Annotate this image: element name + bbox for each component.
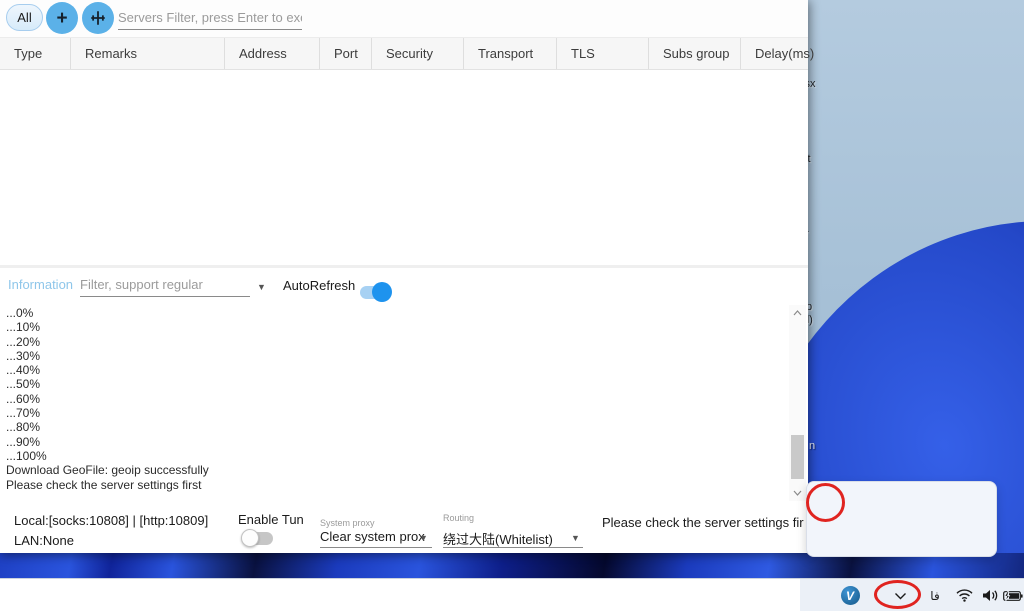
scroll-down-arrow-icon[interactable]: [789, 485, 806, 501]
battery-charging-icon[interactable]: [1000, 579, 1024, 611]
log-line: ...80%: [6, 420, 786, 434]
column-header-address[interactable]: Address: [225, 38, 320, 69]
log-line: ...70%: [6, 406, 786, 420]
show-hidden-icons-chevron[interactable]: [888, 579, 912, 611]
wifi-icon[interactable]: [952, 579, 976, 611]
log-panel-header: Information ▼ AutoRefresh: [0, 270, 808, 304]
add-server-button[interactable]: +: [46, 2, 78, 34]
v2rayn-main-window: All + Type Remarks Address Port Security…: [0, 0, 808, 553]
toggle-knob: [372, 282, 392, 302]
log-line: ...100%: [6, 449, 786, 463]
chevron-down-icon: [894, 592, 907, 600]
log-line: ...0%: [6, 306, 786, 320]
column-header-security[interactable]: Security: [372, 38, 464, 69]
log-output: ...0% ...10% ...20% ...30% ...40% ...50%…: [6, 306, 786, 502]
status-message: Please check the server settings fir: [602, 515, 804, 530]
taskbar-system-tray: V فا: [800, 579, 1024, 611]
column-header-delay[interactable]: Delay(ms): [741, 38, 808, 69]
log-line: ...40%: [6, 363, 786, 377]
autorefresh-label: AutoRefresh: [283, 278, 355, 293]
scrollbar-thumb[interactable]: [791, 435, 804, 479]
column-header-transport[interactable]: Transport: [464, 38, 557, 69]
lan-label: LAN:None: [14, 533, 74, 548]
column-header-subs-group[interactable]: Subs group: [649, 38, 741, 69]
all-button-label: All: [17, 10, 31, 25]
log-filter-dropdown-caret[interactable]: ▼: [257, 282, 266, 292]
log-line: Download GeoFile: geoip successfully: [6, 463, 786, 477]
subscription-group-all-button[interactable]: All: [6, 4, 43, 31]
log-line: ...90%: [6, 435, 786, 449]
routing-dropdown-caret[interactable]: ▼: [571, 533, 580, 543]
log-scrollbar[interactable]: [789, 305, 806, 501]
status-bar: Local:[socks:10808] | [http:10809] LAN:N…: [0, 503, 808, 553]
tab-information[interactable]: Information: [8, 277, 73, 292]
routing-label: Routing: [443, 513, 474, 523]
tray-overflow-popup: V T: [806, 481, 997, 557]
autorefresh-toggle[interactable]: [360, 286, 388, 299]
panel-splitter[interactable]: [0, 265, 808, 268]
routing-dropdown[interactable]: 绕过大陆(Whitelist): [443, 529, 553, 548]
taskbar: V فا: [0, 578, 1024, 611]
server-toolbar: All +: [0, 0, 808, 37]
column-header-remarks[interactable]: Remarks: [71, 38, 225, 69]
local-ports-label: Local:[socks:10808] | [http:10809]: [14, 513, 208, 528]
log-line: Please check the server settings first: [6, 478, 786, 492]
system-proxy-label: System proxy: [320, 518, 375, 528]
volume-icon[interactable]: [978, 579, 1002, 611]
system-proxy-underline: [320, 547, 432, 548]
log-line: ...50%: [6, 377, 786, 391]
column-header-type[interactable]: Type: [0, 38, 71, 69]
column-header-port[interactable]: Port: [320, 38, 372, 69]
scroll-up-arrow-icon[interactable]: [789, 305, 806, 321]
system-proxy-dropdown[interactable]: Clear system prox: [320, 529, 425, 544]
adjust-columns-button[interactable]: [82, 2, 114, 34]
log-filter-input[interactable]: [80, 273, 250, 297]
routing-underline: [443, 547, 583, 548]
server-filter-input[interactable]: [118, 6, 302, 30]
v2rayn-taskbar-icon[interactable]: V: [838, 579, 862, 611]
enable-tun-label: Enable Tun: [238, 512, 304, 527]
column-header-tls[interactable]: TLS: [557, 38, 649, 69]
log-line: ...60%: [6, 392, 786, 406]
enable-tun-toggle[interactable]: [243, 532, 273, 545]
language-indicator[interactable]: فا: [924, 579, 946, 611]
log-line: ...10%: [6, 320, 786, 334]
log-line: ...20%: [6, 335, 786, 349]
toggle-knob: [241, 529, 259, 547]
desktop-icon-label-fragment: n: [809, 440, 815, 452]
server-table-header: Type Remarks Address Port Security Trans…: [0, 37, 808, 70]
plus-icon: +: [56, 9, 67, 28]
server-list-empty[interactable]: [0, 70, 808, 265]
log-line: ...30%: [6, 349, 786, 363]
v2rayn-icon: V: [841, 586, 860, 605]
system-proxy-dropdown-caret[interactable]: ▼: [419, 533, 428, 543]
adjust-columns-icon: [89, 9, 107, 27]
